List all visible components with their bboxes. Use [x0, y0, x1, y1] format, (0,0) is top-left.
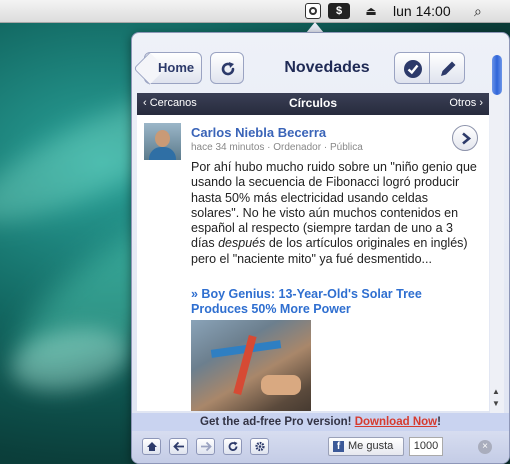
circles-navbar: ‹ Cercanos Círculos Otros › [137, 93, 489, 115]
refresh-button[interactable] [210, 52, 244, 84]
status-app-icon-dollar[interactable]: $ [328, 3, 350, 19]
post-author[interactable]: Carlos Niebla Becerra [191, 125, 326, 140]
eject-icon[interactable]: ⏏ [364, 3, 378, 19]
nav-cercanos[interactable]: ‹ Cercanos [143, 97, 197, 109]
refresh-icon [228, 441, 238, 451]
house-icon [147, 442, 157, 451]
post-body: Por ahí hubo mucho ruido sobre un "niño … [191, 160, 479, 267]
forward-button[interactable] [196, 438, 215, 455]
shared-link-title[interactable]: » Boy Genius: 13-Year-Old's Solar Tree P… [191, 287, 476, 317]
menu-bar: $ ⏏ lun 14:00 ⌕ [0, 0, 510, 23]
gear-icon [255, 441, 265, 452]
download-now-link[interactable]: Download Now [355, 416, 437, 428]
scrollbar[interactable]: ▲ ▼ [490, 51, 504, 413]
arrow-right-icon [201, 441, 212, 452]
bottom-toolbar: f Me gusta 1000 × [132, 431, 509, 463]
like-label: Me gusta [348, 440, 394, 452]
post-meta: hace 34 minutos · Ordenador · Pública [191, 142, 363, 153]
facebook-like-button[interactable]: f Me gusta [328, 437, 404, 456]
home-small-button[interactable] [142, 438, 161, 455]
home-button[interactable]: Home [144, 52, 202, 84]
nav-otros[interactable]: Otros › [449, 97, 483, 109]
check-icon [404, 60, 422, 78]
page-title: Novedades [284, 59, 370, 76]
reload-small-button[interactable] [223, 438, 242, 455]
chevron-right-icon [462, 132, 472, 145]
status-app-icon[interactable] [305, 3, 321, 19]
pencil-icon [441, 61, 456, 76]
menu-clock[interactable]: lun 14:00 [393, 3, 451, 19]
arrow-left-icon [173, 441, 184, 452]
shared-link-thumbnail[interactable] [191, 320, 311, 411]
facebook-icon: f [333, 441, 344, 452]
scrollbar-thumb[interactable] [492, 55, 502, 95]
scroll-down-arrow[interactable]: ▼ [492, 399, 500, 408]
avatar[interactable] [144, 123, 181, 160]
spotlight-search-icon[interactable]: ⌕ [474, 3, 490, 19]
promo-text: Get the ad-free Pro version! [200, 416, 355, 428]
refresh-icon [221, 62, 235, 76]
promo-text-end: ! [437, 416, 441, 428]
post-body-emphasis: después [218, 236, 266, 251]
promo-banner: Get the ad-free Pro version! Download No… [132, 413, 509, 431]
back-button[interactable] [169, 438, 188, 455]
open-post-button[interactable] [452, 125, 478, 151]
mark-read-button[interactable] [394, 52, 430, 84]
post-card: Carlos Niebla Becerra hace 34 minutos · … [137, 115, 489, 411]
popover-window: Home Novedades ‹ Cercanos Círculos Otros… [131, 32, 510, 464]
settings-button[interactable] [250, 438, 269, 455]
compose-button[interactable] [429, 52, 465, 84]
toolbar: Home Novedades [132, 33, 486, 93]
like-count: 1000 [409, 437, 443, 456]
home-button-label: Home [158, 60, 195, 75]
close-icon[interactable]: × [478, 440, 492, 454]
scroll-up-arrow[interactable]: ▲ [492, 387, 500, 396]
